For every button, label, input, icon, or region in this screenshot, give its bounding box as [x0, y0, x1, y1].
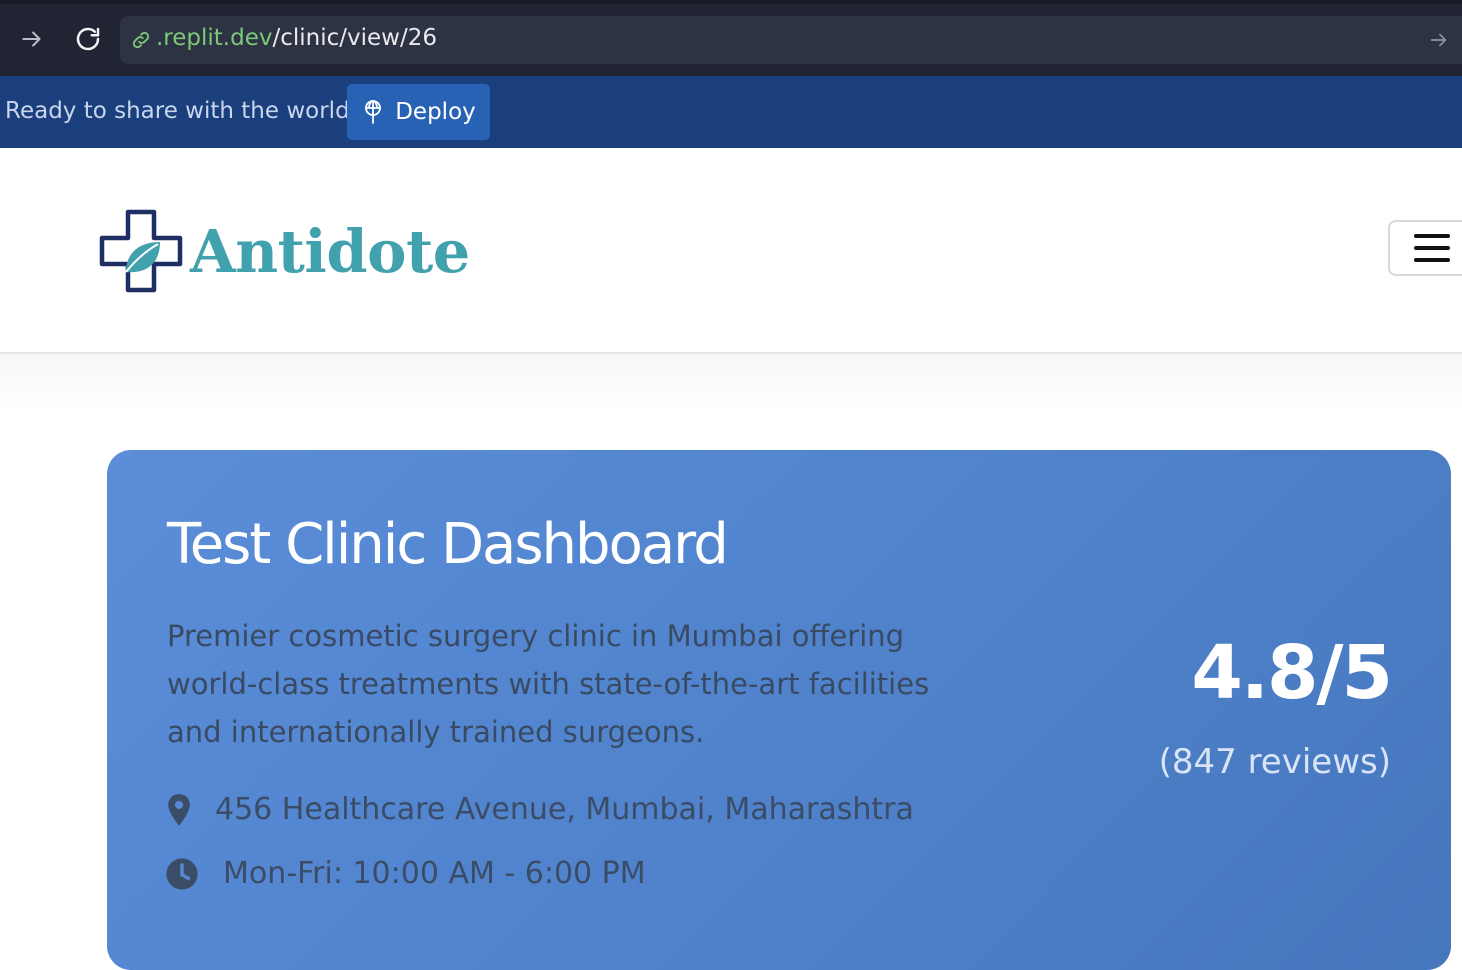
clock-icon — [166, 857, 198, 890]
menu-toggle-button[interactable] — [1388, 220, 1462, 276]
location-pin-icon — [168, 793, 190, 826]
arrow-right-icon[interactable] — [1428, 29, 1450, 51]
tab-strip-edge — [0, 0, 1462, 4]
review-count[interactable]: (847 reviews) — [1159, 742, 1391, 782]
reload-icon — [76, 27, 100, 51]
deploy-banner: Ready to share with the world? Deploy — [0, 76, 1462, 148]
arrow-right-icon — [22, 31, 41, 47]
link-icon — [132, 31, 150, 49]
clinic-hours-row: Mon-Fri: 10:00 AM - 6:00 PM — [165, 856, 646, 891]
clinic-address: 456 Healthcare Avenue, Mumbai, Maharasht… — [215, 792, 914, 827]
clinic-hero-card: Test Clinic Dashboard Premier cosmetic s… — [107, 450, 1451, 970]
clinic-address-row: 456 Healthcare Avenue, Mumbai, Maharasht… — [165, 792, 914, 827]
site-header: Antidote — [0, 148, 1462, 354]
url-path: /clinic/view/26 — [272, 25, 437, 51]
rating-score: 4.8/5 — [1191, 630, 1393, 716]
url-host: .replit.dev — [156, 25, 273, 51]
clinic-description: Premier cosmetic surgery clinic in Mumba… — [167, 619, 930, 749]
url-text[interactable]: .replit.dev/clinic/view/26 — [156, 25, 437, 51]
address-bar[interactable]: .replit.dev/clinic/view/26 — [120, 16, 1462, 64]
medical-cross-leaf-icon — [99, 209, 183, 293]
deploy-button[interactable]: Deploy — [347, 84, 490, 140]
clinic-title: Test Clinic Dashboard — [167, 512, 729, 577]
brand-name: Antidote — [190, 216, 470, 286]
reload-button[interactable] — [72, 22, 104, 56]
browser-toolbar: .replit.dev/clinic/view/26 — [0, 0, 1462, 76]
deploy-banner-text: Ready to share with the world? — [5, 98, 362, 124]
deploy-icon — [365, 100, 382, 124]
deploy-button-label: Deploy — [395, 99, 476, 125]
brand-logo[interactable]: Antidote — [98, 208, 470, 294]
forward-button[interactable] — [16, 22, 48, 56]
clinic-hours: Mon-Fri: 10:00 AM - 6:00 PM — [223, 856, 646, 891]
